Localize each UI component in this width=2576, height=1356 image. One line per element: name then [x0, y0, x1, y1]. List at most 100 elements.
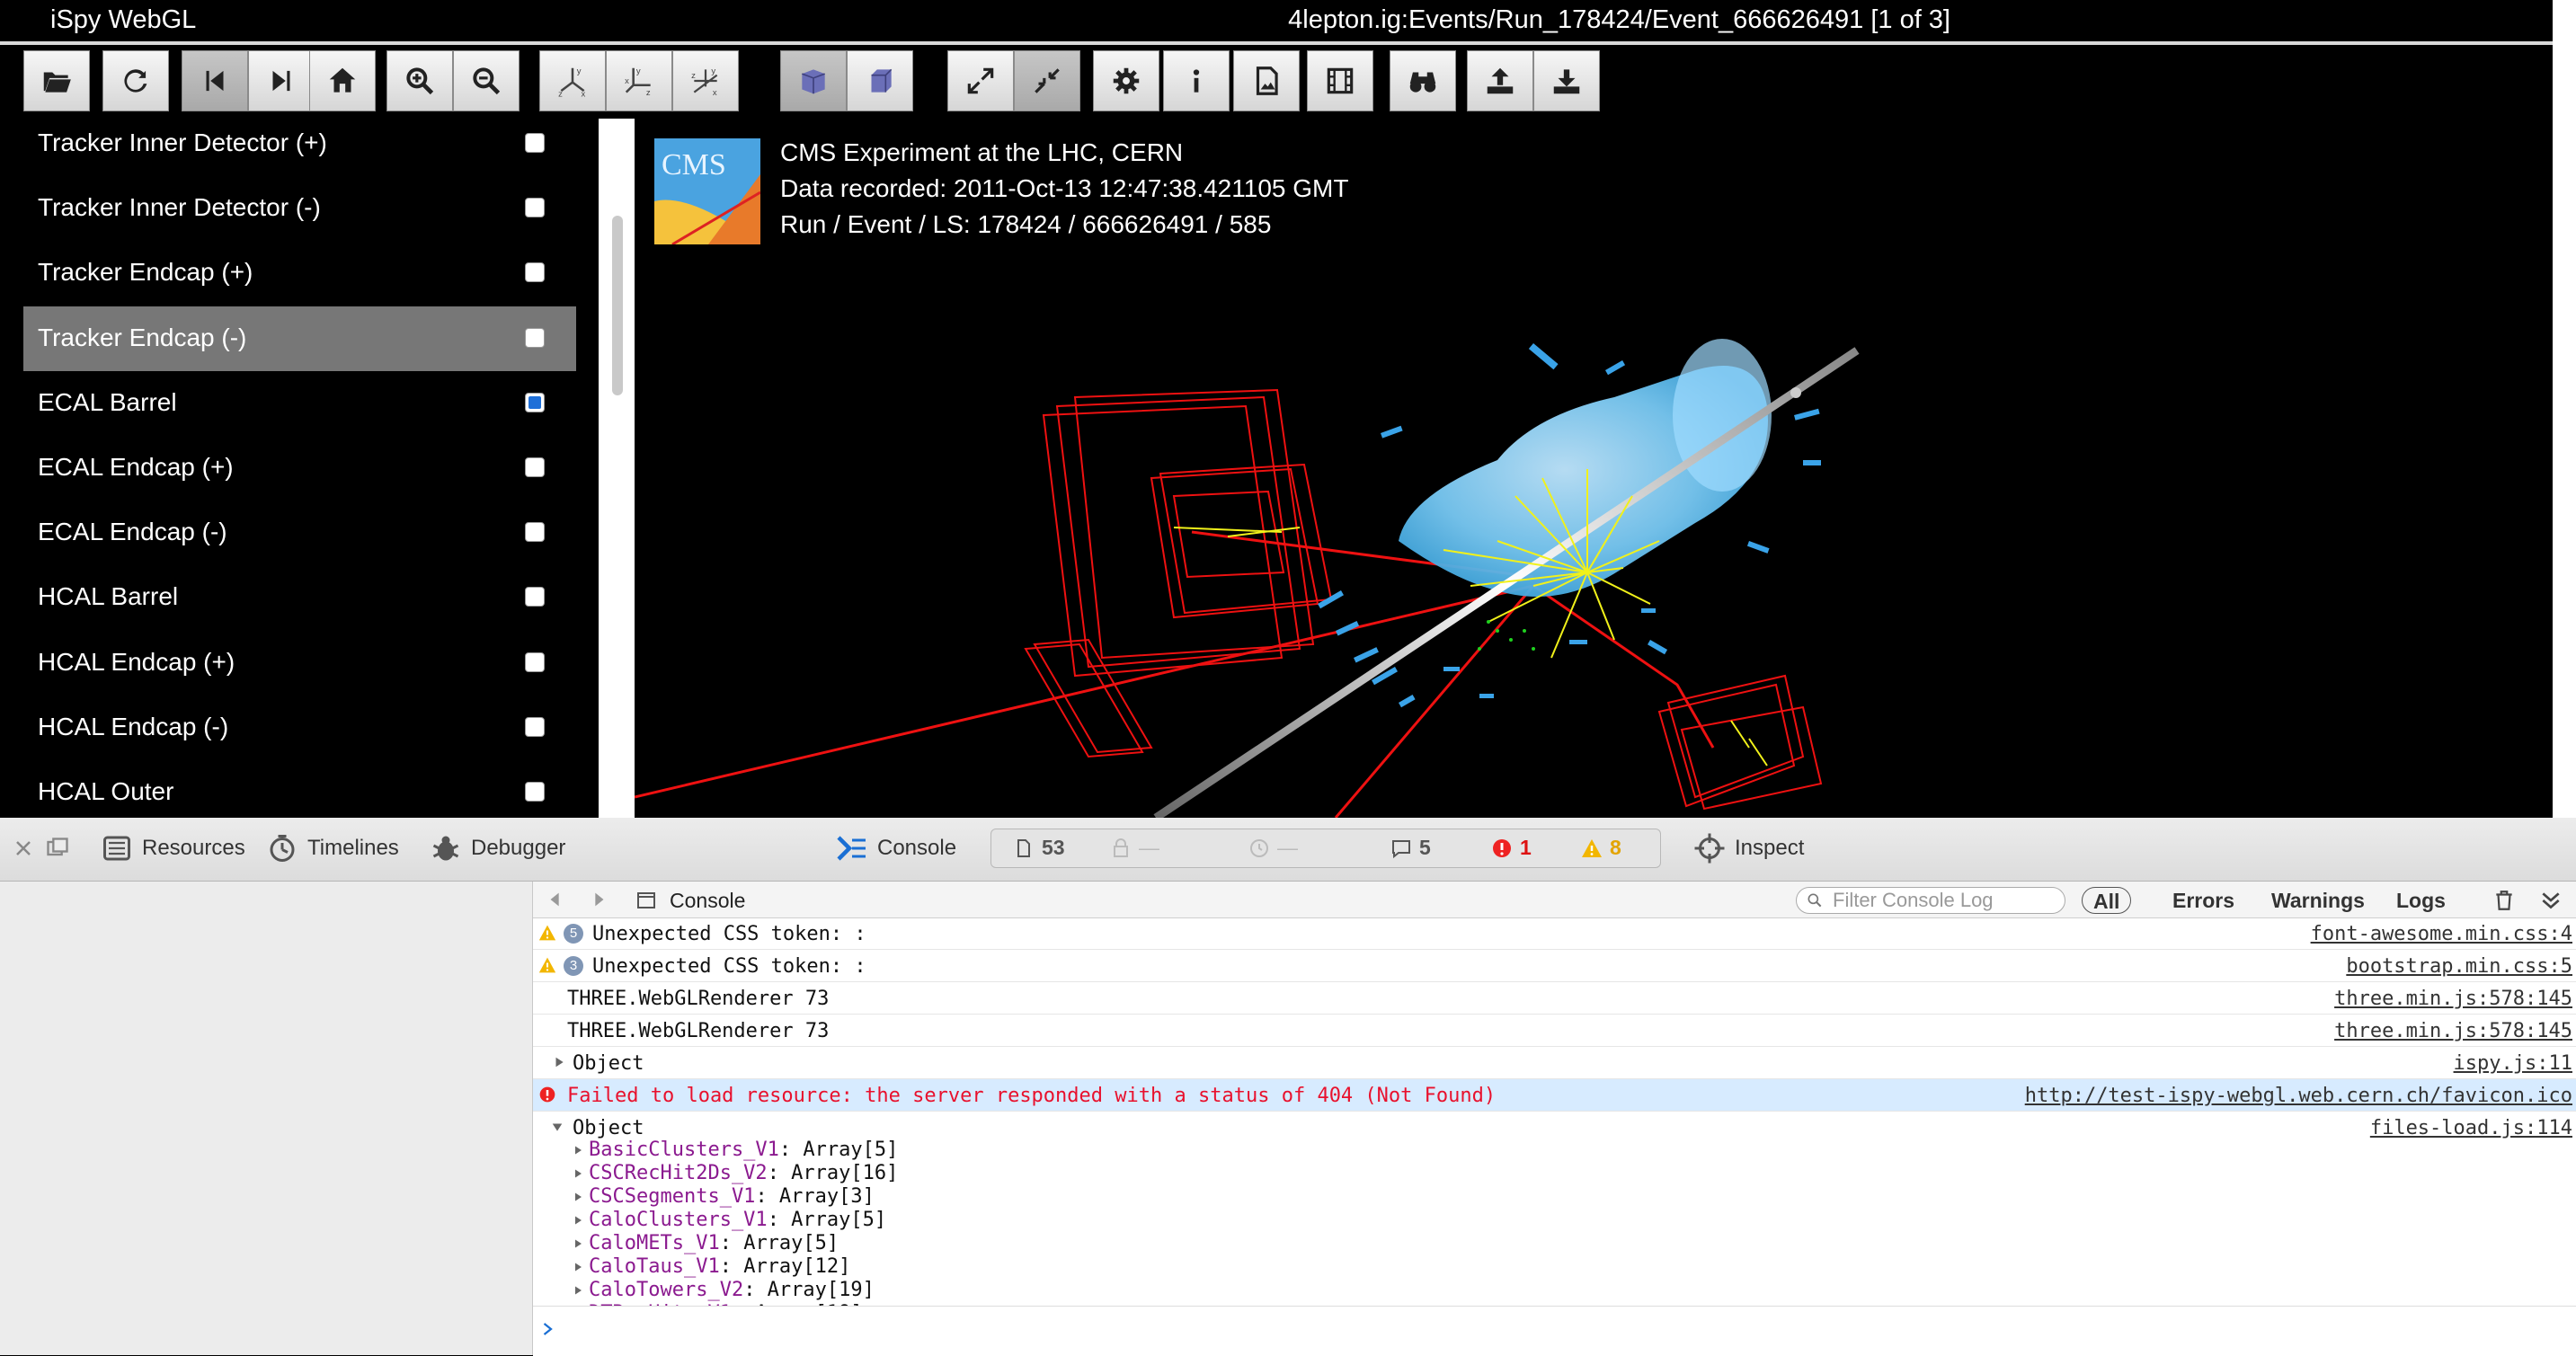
- detector-item[interactable]: ECAL Endcap (+): [23, 436, 576, 501]
- property-value: : Array[19]: [743, 1279, 875, 1301]
- close-inspector-button[interactable]: [13, 829, 34, 868]
- disclosure-triangle-icon[interactable]: [573, 1215, 583, 1226]
- detector-visibility-checkbox[interactable]: [525, 587, 545, 607]
- svg-text:x: x: [582, 89, 586, 98]
- search-button[interactable]: [1390, 50, 1456, 111]
- disclosure-triangle-icon[interactable]: [573, 1192, 583, 1202]
- object-property[interactable]: CaloTowers_V2: Array[19]: [573, 1279, 875, 1301]
- object-property[interactable]: CaloTaus_V1: Array[12]: [573, 1255, 850, 1278]
- detector-item[interactable]: Tracker Inner Detector (-): [23, 176, 576, 241]
- detector-visibility-checkbox[interactable]: [525, 392, 545, 412]
- object-property[interactable]: CaloMETs_V1: Array[5]: [573, 1232, 839, 1254]
- svg-text:x: x: [713, 88, 717, 98]
- zoom-in-button[interactable]: [386, 50, 453, 111]
- weight-icon: [1114, 838, 1128, 857]
- object-property[interactable]: BasicClusters_V1: Array[5]: [573, 1139, 898, 1161]
- view-xz-button[interactable]: y z x: [672, 50, 739, 111]
- object-property[interactable]: CSCRecHit2Ds_V2: Array[16]: [573, 1162, 898, 1184]
- detach-icon: [47, 838, 68, 856]
- resource-count: 53: [1013, 836, 1065, 860]
- tab-console[interactable]: Console: [836, 829, 956, 868]
- detector-visibility-checkbox[interactable]: [525, 198, 545, 218]
- upload-button[interactable]: [1467, 50, 1533, 111]
- export-image-button[interactable]: [1233, 50, 1300, 111]
- window-scrollbar[interactable]: [2553, 0, 2576, 818]
- property-value: : Array[5]: [778, 1139, 899, 1161]
- detector-item-label: HCAL Outer: [38, 777, 174, 805]
- view-xy-button[interactable]: y z x: [539, 50, 606, 111]
- detector-item-label: ECAL Endcap (-): [38, 518, 227, 546]
- detector-visibility-checkbox[interactable]: [525, 522, 545, 543]
- detector-visibility-checkbox[interactable]: [525, 327, 545, 348]
- info-button[interactable]: [1163, 50, 1230, 111]
- property-name: CaloTaus_V1: [589, 1255, 720, 1278]
- exit-fullscreen-button[interactable]: [1014, 50, 1080, 111]
- property-name: CSCSegments_V1: [589, 1185, 756, 1208]
- orthographic-button[interactable]: [847, 50, 913, 111]
- fullscreen-button[interactable]: [947, 50, 1014, 111]
- perspective-button[interactable]: [780, 50, 847, 111]
- property-name: CaloTowers_V2: [589, 1279, 744, 1301]
- reload-icon: [124, 69, 147, 93]
- object-property[interactable]: CaloClusters_V1: Array[5]: [573, 1209, 886, 1231]
- upload-icon: [1487, 67, 1514, 94]
- tab-resources[interactable]: Resources: [101, 829, 245, 868]
- sidebar-scrollbar-thumb[interactable]: [612, 216, 623, 395]
- detector-visibility-checkbox[interactable]: [525, 651, 545, 672]
- fullscreen-icon: [967, 67, 994, 94]
- download-button[interactable]: [1533, 50, 1600, 111]
- detector-item[interactable]: Tracker Endcap (-): [23, 306, 576, 371]
- resource-count-value: 53: [1042, 836, 1065, 859]
- tab-timelines-label: Timelines: [307, 836, 399, 860]
- view-yz-button[interactable]: y z x: [606, 50, 672, 111]
- svg-text:z: z: [691, 71, 696, 81]
- detector-item[interactable]: ECAL Barrel: [23, 371, 576, 436]
- disclosure-triangle-icon[interactable]: [573, 1145, 583, 1156]
- property-value: : Array[12]: [719, 1255, 851, 1278]
- animation-button[interactable]: [1307, 50, 1373, 111]
- detector-item[interactable]: HCAL Outer: [23, 760, 576, 818]
- tab-timelines[interactable]: Timelines: [266, 829, 399, 868]
- disclosure-triangle-icon[interactable]: [573, 1168, 583, 1179]
- disclosure-triangle-icon[interactable]: [573, 1262, 583, 1272]
- disclosure-triangle-icon[interactable]: [573, 1238, 583, 1249]
- exit-fullscreen-icon: [1035, 68, 1060, 93]
- next-event-icon: [272, 70, 290, 92]
- event-display[interactable]: CMS CMS Experiment at the LHC, CERN Data…: [635, 119, 2553, 818]
- object-property[interactable]: CSCSegments_V1: Array[3]: [573, 1185, 875, 1208]
- property-value: : Array[16]: [767, 1162, 899, 1184]
- zoom-out-icon: [473, 67, 501, 95]
- activity-counters[interactable]: 53 — — 5 1 8: [990, 829, 1661, 868]
- detach-inspector-button[interactable]: [45, 829, 70, 868]
- detector-visibility-checkbox[interactable]: [525, 262, 545, 283]
- zoom-out-button[interactable]: [453, 50, 520, 111]
- next-event-button[interactable]: [248, 50, 315, 111]
- prev-event-button[interactable]: [182, 50, 248, 111]
- export-image-icon: [1256, 66, 1278, 95]
- open-button[interactable]: [23, 50, 90, 111]
- reload-button[interactable]: [102, 50, 169, 111]
- home-button[interactable]: [309, 50, 376, 111]
- detector-visibility-checkbox[interactable]: [525, 133, 545, 153]
- settings-button[interactable]: [1093, 50, 1159, 111]
- file-group: [23, 50, 90, 111]
- detector-visibility-checkbox[interactable]: [525, 716, 545, 737]
- detector-item[interactable]: HCAL Endcap (-): [23, 696, 576, 760]
- detector-item[interactable]: HCAL Barrel: [23, 565, 576, 630]
- disclosure-open-icon[interactable]: [551, 1121, 564, 1133]
- event-title: 4lepton.ig:Events/Run_178424/Event_66662…: [1288, 5, 1950, 34]
- tab-inspect[interactable]: Inspect: [1693, 829, 1804, 868]
- property-value: : Array[3]: [755, 1185, 875, 1208]
- beam-pipe: [1153, 347, 1860, 818]
- detector-item[interactable]: Tracker Inner Detector (+): [23, 119, 576, 176]
- tab-debugger[interactable]: Debugger: [430, 829, 565, 868]
- detector-item[interactable]: ECAL Endcap (-): [23, 501, 576, 565]
- detector-visibility-checkbox[interactable]: [525, 457, 545, 477]
- detector-visibility-checkbox[interactable]: [525, 782, 545, 802]
- detector-item[interactable]: HCAL Endcap (+): [23, 631, 576, 696]
- console-prompt[interactable]: [533, 1306, 2576, 1356]
- web-inspector: Resources Timelines Debugger Console 53 …: [0, 818, 2576, 1356]
- disclosure-triangle-icon[interactable]: [573, 1285, 583, 1296]
- detector-item[interactable]: Tracker Endcap (+): [23, 241, 576, 306]
- console-source-link[interactable]: files-load.js:114: [2370, 1117, 2572, 1139]
